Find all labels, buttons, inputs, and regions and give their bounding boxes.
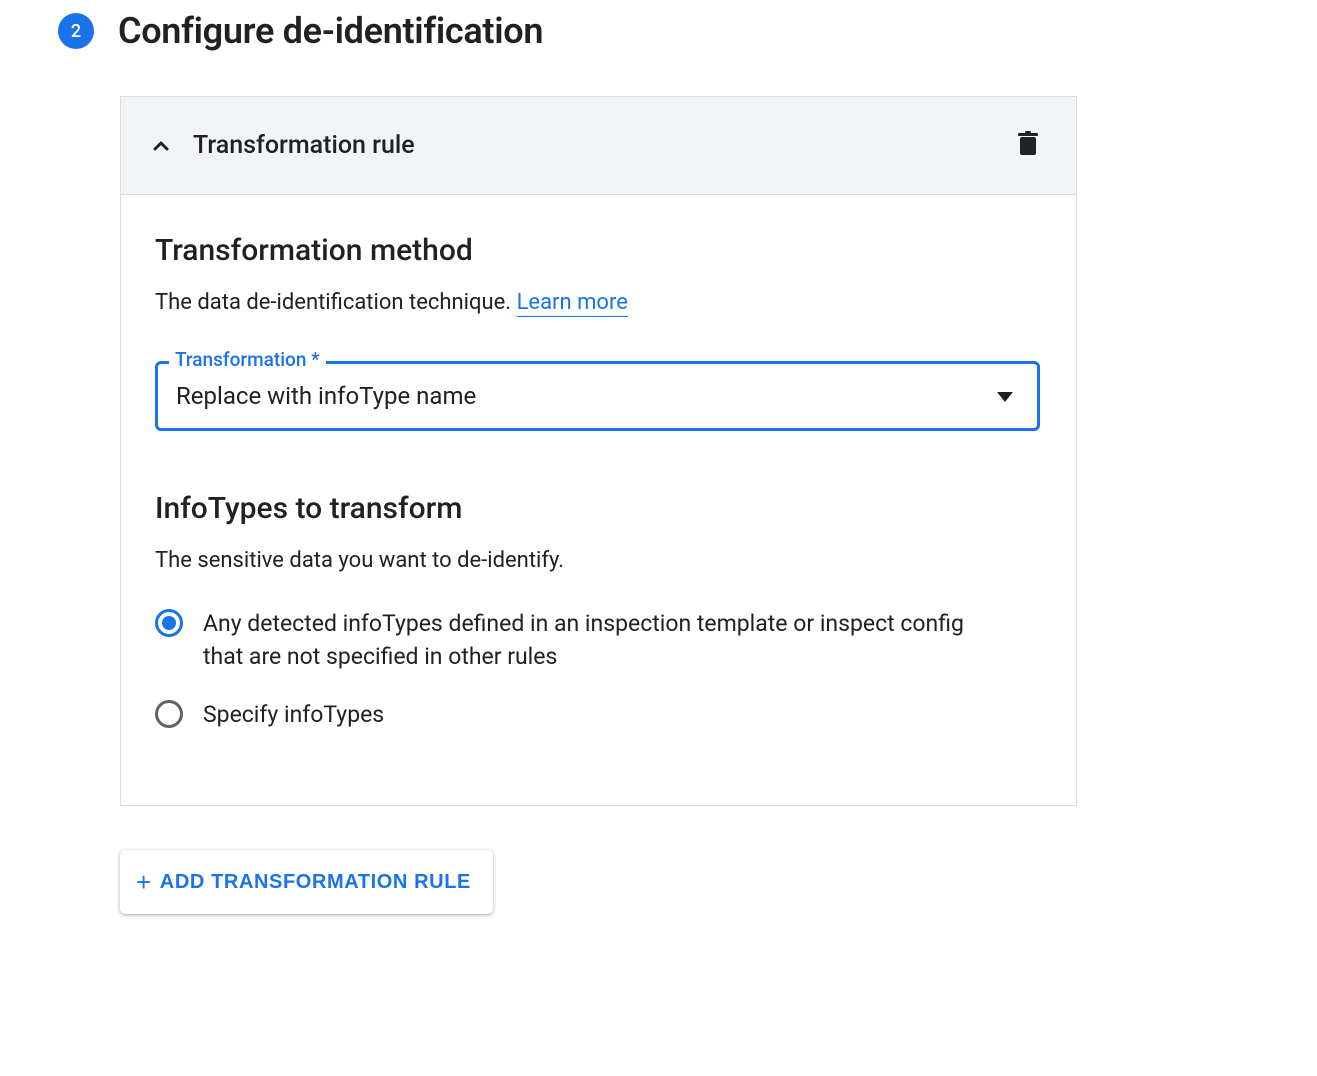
radio-any-detected[interactable]: Any detected infoTypes defined in an ins… [155,607,1042,674]
add-button-label: ADD TRANSFORMATION RULE [160,871,471,894]
transformation-select-label: Transformation * [169,348,326,371]
card-header-title: Transformation rule [193,131,1008,160]
trash-icon [1016,131,1040,160]
dropdown-icon [997,387,1013,406]
infotypes-heading: InfoTypes to transform [155,491,1042,526]
step-number-badge: 2 [58,13,94,49]
page: 2 Configure de-identification Transforma… [0,0,1317,1076]
step-number: 2 [71,21,81,42]
plus-icon: + [136,869,152,895]
transformation-select-box[interactable]: Replace with infoType name [155,361,1040,431]
collapse-icon[interactable] [149,134,173,158]
radio-specify-label: Specify infoTypes [203,698,384,731]
transformation-method-heading: Transformation method [155,233,1042,268]
method-desc-text: The data de-identification technique. [155,290,511,315]
radio-button-unchecked-icon[interactable] [155,700,183,728]
transformation-method-desc: The data de-identification technique. Le… [155,290,1042,315]
transformation-select[interactable]: Transformation * Replace with infoType n… [155,361,1040,431]
card-header[interactable]: Transformation rule [121,97,1076,195]
delete-rule-button[interactable] [1008,123,1048,168]
transformation-rule-card: Transformation rule Transformation metho… [120,96,1077,806]
radio-button-checked-icon[interactable] [155,609,183,637]
step-header: 2 Configure de-identification [58,10,1317,52]
radio-any-detected-label: Any detected infoTypes defined in an ins… [203,607,1003,674]
step-title: Configure de-identification [118,10,543,52]
learn-more-link[interactable]: Learn more [517,290,628,317]
transformation-select-value: Replace with infoType name [176,382,997,410]
infotypes-section: InfoTypes to transform The sensitive dat… [155,491,1042,731]
add-transformation-rule-button[interactable]: + ADD TRANSFORMATION RULE [120,850,493,914]
radio-specify-infotypes[interactable]: Specify infoTypes [155,698,1042,731]
infotypes-desc: The sensitive data you want to de-identi… [155,548,1042,573]
card-body: Transformation method The data de-identi… [121,195,1076,805]
infotypes-radio-group: Any detected infoTypes defined in an ins… [155,607,1042,731]
